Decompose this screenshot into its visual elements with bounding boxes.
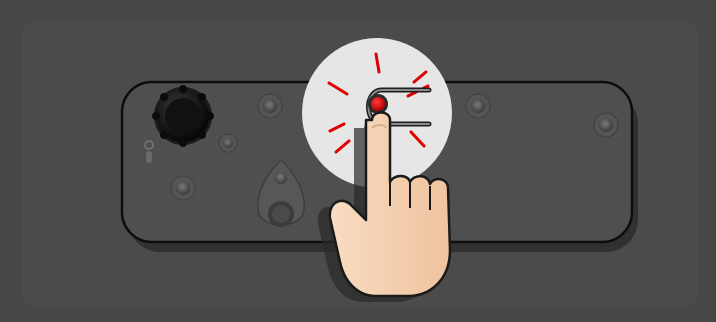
red-power-button[interactable]	[371, 97, 385, 111]
screw-icon	[465, 93, 491, 119]
illustration-stage	[0, 0, 716, 322]
screw-icon	[218, 133, 238, 153]
screw-icon	[593, 112, 619, 138]
screw-icon	[257, 93, 283, 119]
knob-icon[interactable]	[152, 85, 214, 147]
device-illustration	[120, 38, 638, 302]
screw-icon	[170, 175, 196, 201]
